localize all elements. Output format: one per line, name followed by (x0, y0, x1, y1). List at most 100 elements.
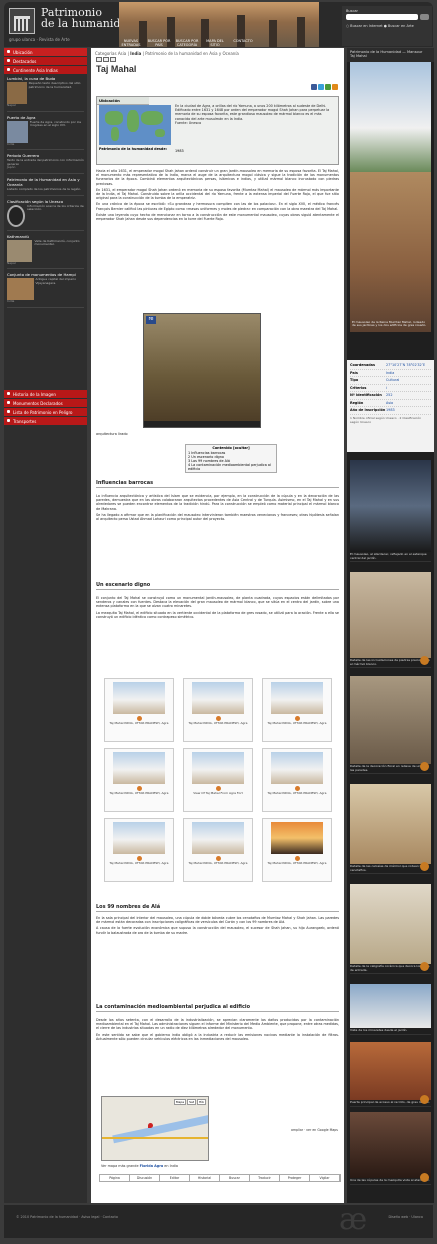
gallery-image[interactable] (113, 752, 165, 784)
card-thumbnail[interactable] (7, 82, 27, 104)
nav-ubicacion[interactable]: Ubicación (4, 48, 87, 56)
map-type-map[interactable]: Mapa (173, 1099, 187, 1105)
panoramio-icon[interactable] (420, 1172, 429, 1182)
bookmark-icon[interactable] (325, 84, 331, 90)
share-icon[interactable] (110, 57, 116, 62)
photo-image[interactable] (350, 784, 431, 864)
fact-value[interactable]: 27°10′27″N 78°02′32″E (386, 362, 425, 369)
video-player[interactable]: re (143, 313, 261, 428)
site-logo-icon[interactable] (9, 8, 35, 34)
nav-continente[interactable]: Continente Asia Indias (4, 66, 87, 74)
tab-vigilar[interactable]: Vigilar (310, 1175, 340, 1181)
sidebar-photo[interactable]: Vista de los minaretes desde el jardín. (350, 984, 431, 1035)
print-icon[interactable] (96, 57, 102, 62)
search-scope-radios[interactable]: ○ Buscar en Internet ● Buscar en Arte (346, 24, 414, 28)
gallery-item[interactable]: Taj Mahal INDIA, UTTAR PRADESH, Agra (104, 818, 174, 882)
sidebar-photo[interactable]: El mausoleo, al atardecer, reflejado en … (350, 460, 431, 563)
breadcrumb-prefix[interactable]: Categorías Asia (95, 51, 126, 56)
breadcrumb-country[interactable]: India (130, 51, 141, 56)
sidebar-photo[interactable]: Detalle de las celosías de mármol que ro… (350, 784, 431, 875)
rss-icon[interactable] (332, 84, 338, 90)
map-caption-place[interactable]: Florida Agra (140, 1164, 164, 1168)
menu-item-new[interactable]: NUEVAS ENTRADAS (119, 39, 143, 47)
menu-item-category[interactable]: BUSCAR POR CATEGORÍA (175, 39, 199, 47)
breadcrumb-rest[interactable]: Patrimonio de la humanidad en Asia y Oce… (145, 51, 239, 56)
toc-title[interactable]: Contenido [ocultar] (188, 446, 274, 450)
gallery-item[interactable]: Taj Mahal INDIA, UTTAR PRADESH, Agra (262, 748, 332, 812)
nav-monumentos[interactable]: Monumentos Declarados (4, 399, 87, 407)
tab-proteger[interactable]: Proteger (280, 1175, 310, 1181)
tab-pagina[interactable]: Página (100, 1175, 130, 1181)
map-links[interactable]: ampliar · ver en Google Maps (291, 1128, 338, 1132)
fact-value[interactable]: Asia (386, 400, 393, 407)
photo-image[interactable] (350, 1112, 431, 1178)
gallery-image[interactable] (113, 822, 165, 854)
nav-transportes[interactable]: Transportes (4, 417, 87, 425)
gallery-image[interactable] (192, 752, 244, 784)
gallery-item[interactable]: Taj Mahal INDIA, UTTAR PRADESH, Agra (183, 678, 253, 742)
photo-image[interactable] (350, 984, 431, 1028)
sidebar-card[interactable]: Lumbini, la cuna de Buda Pequeño texto d… (7, 76, 84, 112)
card-title[interactable]: Puerto de Agra (7, 115, 84, 120)
gallery-item[interactable]: View Of Taj Mahal From Agra Fort (183, 748, 253, 812)
gallery-image[interactable] (113, 682, 165, 714)
card-thumbnail[interactable] (7, 278, 34, 301)
sidebar-photo[interactable]: Detalle de las incrustaciones de piedras… (350, 572, 431, 669)
facade-photo[interactable]: El mausoleo de la Reina Mumtaz Mahal, ro… (350, 172, 431, 332)
nav-peligro[interactable]: Lista de Patrimonio en Peligro (4, 408, 87, 416)
card-title[interactable]: Clasificación según la Unesco (7, 199, 84, 204)
sidebar-photo[interactable]: Detalle de la decoración floral en relie… (350, 676, 431, 775)
gallery-item[interactable]: Taj Mahal INDIA, UTTAR PRADESH, Agra (262, 818, 332, 882)
footer-links[interactable]: © 2010 Patrimonio de la humanidad · Avis… (16, 1215, 118, 1219)
search-input[interactable] (346, 14, 418, 20)
gallery-item[interactable]: Taj Mahal INDIA, UTTAR PRADESH, Agra (104, 678, 174, 742)
menu-item-contact[interactable]: CONTACTO (231, 39, 255, 47)
card-title[interactable]: Patrimonio de la Humanidad en Asia y Oce… (7, 177, 84, 187)
photo-image[interactable] (350, 676, 431, 764)
map-type-hybrid[interactable]: Híb (197, 1099, 206, 1105)
radio-internet-label[interactable]: Buscar en Internet (350, 24, 382, 28)
main-photo[interactable] (350, 62, 431, 172)
panoramio-icon[interactable] (420, 1094, 429, 1104)
fact-value[interactable]: India (386, 370, 394, 377)
card-thumbnail[interactable] (7, 120, 28, 143)
gallery-image[interactable] (271, 822, 323, 854)
gallery-image[interactable] (271, 752, 323, 784)
sidebar-card[interactable]: Conjunto de monumentos de Hampi Antigua … (7, 272, 84, 308)
radio-arte-label[interactable]: Buscar en Arte (388, 24, 414, 28)
photo-image[interactable] (350, 884, 431, 964)
gallery-image[interactable] (192, 822, 244, 854)
photo-image[interactable] (350, 1042, 431, 1100)
menu-item-country[interactable]: BUSCAR POR PAÍS (147, 39, 171, 47)
gallery-item[interactable]: Taj Mahal INDIA, UTTAR PRADESH, Agra (262, 678, 332, 742)
sidebar-photo[interactable]: Detalle de la caligrafía coránica que de… (350, 884, 431, 975)
tab-traducir[interactable]: Traducir (250, 1175, 280, 1181)
sidebar-photo[interactable]: Puerta principal de acceso al recinto, d… (350, 1042, 431, 1107)
tab-buscar[interactable]: Buscar (220, 1175, 250, 1181)
google-map[interactable]: Mapa Sat Híb (101, 1096, 209, 1161)
sidebar-card[interactable]: Puerto de Agra Fuerte de Agra, construid… (7, 115, 84, 151)
nav-historia[interactable]: Historia de la Imagen (4, 390, 87, 398)
card-title[interactable]: Kathmandú (7, 234, 84, 239)
map-pin-icon[interactable] (148, 1123, 153, 1128)
sidebar-photo[interactable]: Una de las cúpulas de la mezquita vista … (350, 1112, 431, 1185)
photo-image[interactable] (350, 460, 431, 552)
gallery-item[interactable]: Taj Mahal INDIA, UTTAR PRADESH, Agra (183, 818, 253, 882)
email-icon[interactable] (103, 57, 109, 62)
tab-discusion[interactable]: Discusión (130, 1175, 160, 1181)
footer-credit[interactable]: Diseño web · Ulanca (388, 1215, 423, 1219)
card-thumbnail[interactable] (7, 239, 33, 262)
search-button[interactable] (420, 14, 429, 20)
tab-editar[interactable]: Editar (160, 1175, 190, 1181)
sidebar-card[interactable]: Kathmandú Valle de Kathmandú, conjunto m… (7, 234, 84, 270)
nav-destacados[interactable]: Destacados (4, 57, 87, 65)
sidebar-card[interactable]: Periodo Guerrero Texto de la entrada del… (7, 153, 84, 174)
sidebar-card[interactable]: Patrimonio de la Humanidad en Asia y Oce… (7, 177, 84, 196)
menu-item-sitemap[interactable]: MAPA DEL SITIO (203, 39, 227, 47)
sidebar-card[interactable]: Clasificación según la Unesco Informació… (7, 199, 84, 231)
map-type-sat[interactable]: Sat (187, 1099, 196, 1105)
gallery-image[interactable] (192, 682, 244, 714)
gallery-image[interactable] (271, 682, 323, 714)
facebook-icon[interactable] (311, 84, 317, 90)
map-caption-prefix[interactable]: Ver mapa más grande (101, 1164, 139, 1168)
